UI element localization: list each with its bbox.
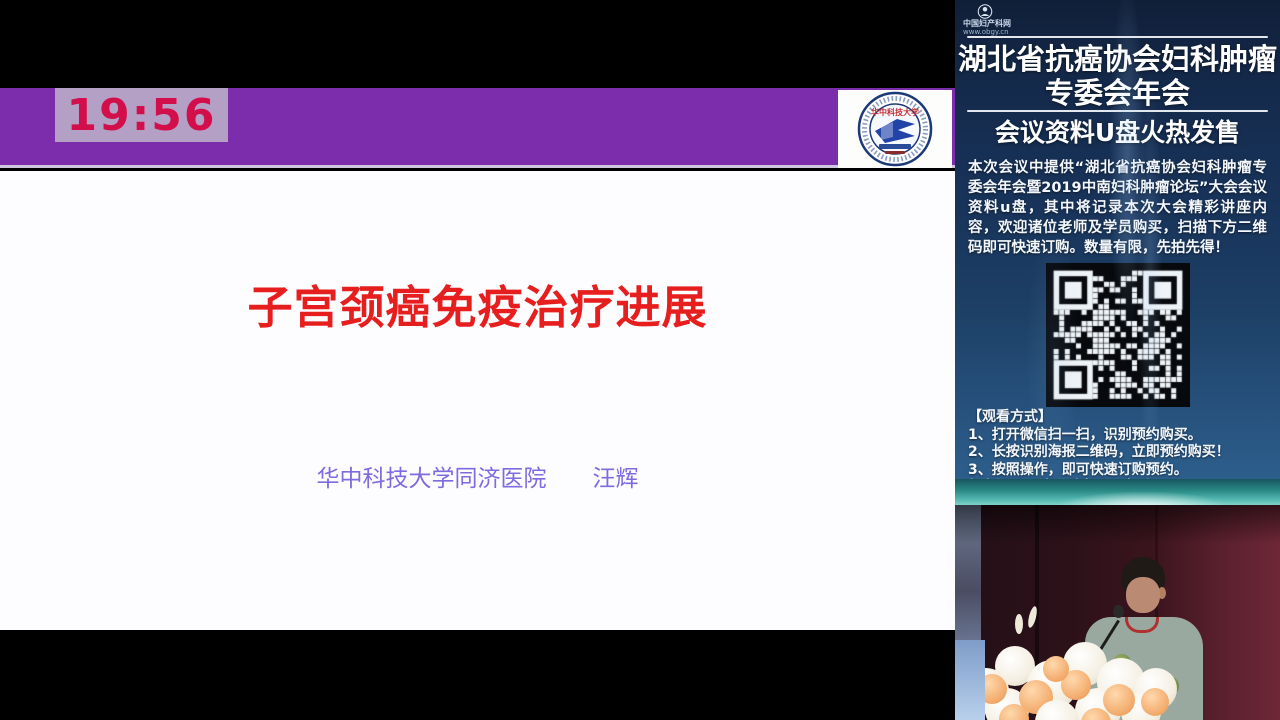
brand-block: 中国妇产科网 www.obgy.cn [955, 0, 1280, 36]
slide-title: 子宫颈癌免疫治疗进展 [0, 271, 955, 336]
timer-value: 19:56 [66, 90, 216, 141]
countdown-timer: 19:56 [55, 88, 228, 142]
conference-title: 湖北省抗癌协会妇科肿瘤 专委会年会 [955, 42, 1280, 110]
hust-emblem-icon: 华中科技大学 [841, 91, 949, 167]
qr-code-canvas [1048, 265, 1188, 405]
speaker-face [1126, 577, 1160, 613]
slide-panel: 19:56 华中科技大学 子宫颈癌免疫治疗进展 华中科技大学同济医院 汪辉 [0, 0, 955, 720]
divider-middle [967, 110, 1268, 112]
emblem-calligraphy: 华中科技大学 [871, 107, 919, 117]
conference-title-line1: 湖北省抗癌协会妇科肿瘤 [955, 42, 1280, 76]
brand-url: www.obgy.cn [963, 28, 1009, 36]
promo-poster: 中国妇产科网 www.obgy.cn 湖北省抗癌协会妇科肿瘤 专委会年会 会议资… [955, 0, 1280, 505]
brand-name: 中国妇产科网 [963, 19, 1011, 28]
university-logo: 华中科技大学 [838, 90, 952, 168]
horizon-glow-decor [955, 479, 1280, 505]
stage-blue-corner [955, 640, 985, 720]
usb-sale-subtitle: 会议资料U盘火热发售 [955, 118, 1280, 148]
qr-code [1046, 263, 1190, 407]
slide-author-line: 华中科技大学同济医院 汪辉 [0, 459, 955, 493]
watch-step-2: 2、长按识别海报二维码，立即预约购买！ [968, 444, 1267, 462]
slide-header-bar: 19:56 华中科技大学 [0, 88, 955, 168]
conference-title-line2: 专委会年会 [955, 76, 1280, 110]
watch-step-3: 3、按照操作，即可快速订购预约。 [968, 462, 1267, 480]
watch-method-heading: 【观看方式】 [968, 409, 1267, 427]
usb-description: 本次会议中提供“湖北省抗癌协会妇科肿瘤专委会年会暨2019中南妇科肿瘤论坛”大会… [955, 152, 1280, 258]
divider-top [967, 36, 1268, 38]
microphone-icon [1113, 605, 1124, 618]
slide-content: 子宫颈癌免疫治疗进展 华中科技大学同济医院 汪辉 [0, 171, 955, 630]
watch-step-1: 1、打开微信扫一扫，识别预约购买。 [968, 427, 1267, 445]
flower-bouquet [963, 630, 1193, 720]
sidebar: 中国妇产科网 www.obgy.cn 湖北省抗癌协会妇科肿瘤 专委会年会 会议资… [955, 0, 1280, 720]
obgyn-network-icon [977, 4, 993, 19]
speaker-video-feed [955, 505, 1280, 720]
livestream-frame: 19:56 华中科技大学 子宫颈癌免疫治疗进展 华中科技大学同济医院 汪辉 [0, 0, 1280, 720]
